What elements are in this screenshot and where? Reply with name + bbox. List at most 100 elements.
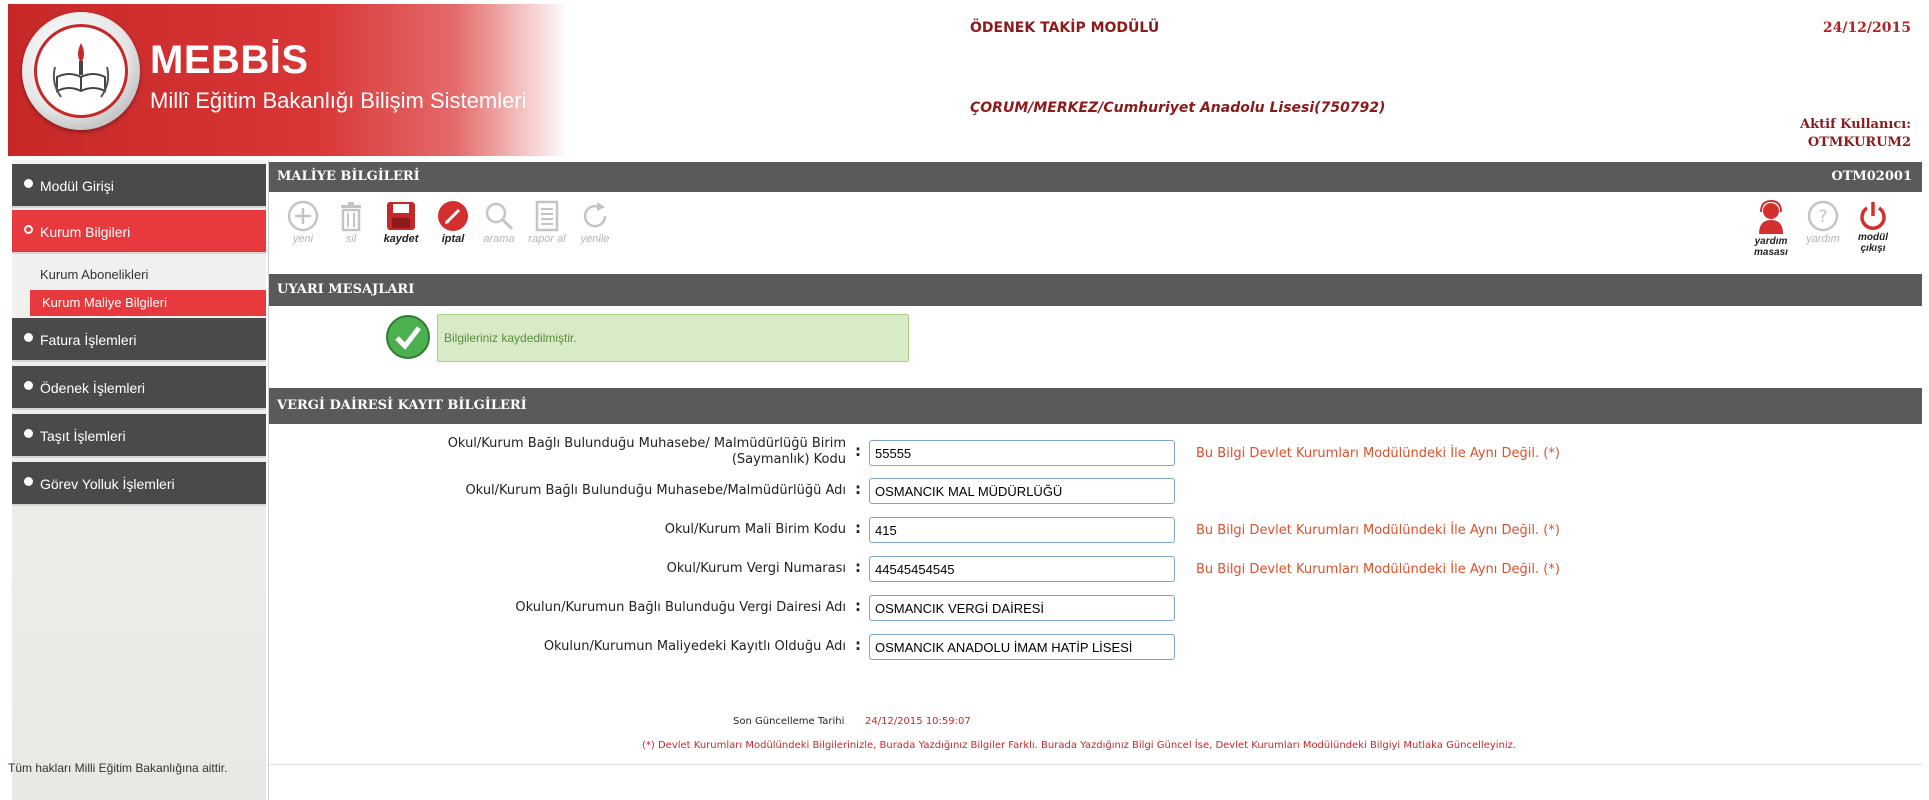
help-label: yardım <box>1806 233 1840 245</box>
warnings-title: UYARI MESAJLARI <box>277 282 415 297</box>
form-row-saymanlik-kodu: Okul/Kurum Bağlı Bulunduğu Muhasebe/ Mal… <box>269 436 1922 470</box>
page-code: OTM02001 <box>1831 169 1912 184</box>
field-warning: Bu Bilgi Devlet Kurumları Modülündeki İl… <box>1196 523 1560 538</box>
sidebar-item-gorev-yolluk-islemleri[interactable]: Görev Yolluk İşlemleri <box>12 462 266 506</box>
active-user-label: Aktif Kullanıcı: <box>1800 117 1911 132</box>
bullet-icon <box>24 333 33 342</box>
report-label: rapor al <box>528 233 566 245</box>
sidebar-subitem-kurum-maliye-bilgileri[interactable]: Kurum Maliye Bilgileri <box>30 290 266 316</box>
copyright-text: Tüm hakları Milli Eğitim Bakanlığına ait… <box>8 761 228 775</box>
field-label: Okul/Kurum Bağlı Bulunduğu Muhasebe/Malm… <box>465 483 846 498</box>
help-button[interactable]: ? yardım <box>1799 200 1847 245</box>
help-desk-label-1: yardım <box>1754 236 1788 247</box>
sidebar-item-fatura-islemleri[interactable]: Fatura İşlemleri <box>12 318 266 362</box>
field-colon: : <box>855 558 861 576</box>
search-label: arama <box>483 233 515 245</box>
report-button[interactable]: rapor al <box>523 200 571 245</box>
expand-down-icon <box>24 225 33 234</box>
field-colon: : <box>855 636 861 654</box>
help-desk-button[interactable]: yardım masası <box>1745 200 1797 258</box>
module-exit-label-1: modül <box>1858 232 1888 243</box>
field-colon: : <box>855 480 861 498</box>
sidebar-item-label: Taşıt İşlemleri <box>40 428 126 444</box>
field-label-line-1: Okul/Kurum Bağlı Bulunduğu Muhasebe/ Mal… <box>447 436 846 451</box>
refresh-button[interactable]: yenile <box>571 200 619 245</box>
field-colon: : <box>855 597 861 615</box>
new-button[interactable]: yeni <box>279 200 327 245</box>
help-desk-label-2: masası <box>1754 247 1788 258</box>
vergi-dairesi-input[interactable] <box>869 595 1175 621</box>
svg-text:?: ? <box>1818 207 1827 227</box>
sidebar-subitem-kurum-abonelikleri[interactable]: Kurum Abonelikleri <box>12 262 266 288</box>
mali-birim-kodu-input[interactable] <box>869 517 1175 543</box>
vergi-numarasi-input[interactable] <box>869 556 1175 582</box>
page-title-bar: MALİYE BİLGİLERİ OTM02001 <box>269 162 1922 192</box>
field-colon: : <box>855 442 861 460</box>
header: MEBBİS Millî Eğitim Bakanlığı Bilişim Si… <box>8 4 1921 156</box>
save-button[interactable]: kaydet <box>377 200 425 245</box>
module-exit-label-2: çıkışı <box>1860 243 1886 254</box>
trash-icon <box>341 202 361 232</box>
field-warning: Bu Bilgi Devlet Kurumları Modülündeki İl… <box>1196 562 1560 577</box>
field-colon: : <box>855 519 861 537</box>
bullet-icon <box>24 429 33 438</box>
brand-title: MEBBİS <box>150 38 309 82</box>
delete-label: sil <box>345 233 357 245</box>
delete-button[interactable]: sil <box>327 200 375 245</box>
refresh-label: yenile <box>580 233 610 245</box>
field-label: Okul/Kurum Vergi Numarası <box>666 561 846 576</box>
sidebar-item-tasit-islemleri[interactable]: Taşıt İşlemleri <box>12 414 266 458</box>
last-update-value: 24/12/2015 10:59:07 <box>865 716 971 727</box>
divider <box>269 764 1922 765</box>
maliye-adi-input[interactable] <box>869 634 1175 660</box>
bullet-icon <box>24 179 33 188</box>
form-row-vergi-dairesi: Okulun/Kurumun Bağlı Bulunduğu Vergi Dai… <box>269 591 1922 625</box>
new-label: yeni <box>292 233 314 245</box>
footnote: (*) Devlet Kurumları Modülündeki Bilgile… <box>642 740 1517 751</box>
module-title: ÖDENEK TAKİP MODÜLÜ <box>970 20 1160 36</box>
document-icon <box>535 200 559 232</box>
bullet-icon <box>24 477 33 486</box>
sidebar-subitem-label: Kurum Abonelikleri <box>40 267 149 282</box>
sidebar-item-label: Fatura İşlemleri <box>40 332 137 348</box>
page-frame: MEBBİS Millî Eğitim Bakanlığı Bilişim Si… <box>0 0 1929 800</box>
sidebar-item-modul-girisi[interactable]: Modül Girişi <box>12 164 266 208</box>
sidebar-item-kurum-bilgileri[interactable]: Kurum Bilgileri <box>12 210 266 254</box>
section-title: VERGİ DAİRESİ KAYIT BİLGİLERİ <box>277 398 527 413</box>
edit-circle-icon <box>438 201 468 231</box>
field-label: Okul/Kurum Bağlı Bulunduğu Muhasebe/ Mal… <box>448 436 846 468</box>
field-label: Okul/Kurum Mali Birim Kodu <box>664 522 846 537</box>
form-row-muhasebe-adi: Okul/Kurum Bağlı Bulunduğu Muhasebe/Malm… <box>269 474 1922 508</box>
ministry-logo <box>22 12 140 130</box>
floppy-disk-icon <box>387 202 415 230</box>
search-button[interactable]: arama <box>475 200 523 245</box>
headset-user-icon <box>1759 200 1783 234</box>
saymanlik-kodu-input[interactable] <box>869 440 1175 466</box>
checkmark-icon <box>386 315 430 359</box>
field-warning: Bu Bilgi Devlet Kurumları Modülündeki İl… <box>1196 446 1560 461</box>
sidebar-subitem-label: Kurum Maliye Bilgileri <box>42 295 167 310</box>
sidebar-item-odenek-islemleri[interactable]: Ödenek İşlemleri <box>12 366 266 410</box>
magnifier-icon <box>485 202 514 231</box>
main-panel: MALİYE BİLGİLERİ OTM02001 yeni sil kayde… <box>268 160 1922 800</box>
toolbar: yeni sil kaydet iptal arama rapor al yen… <box>269 192 1922 266</box>
section-title-bar: VERGİ DAİRESİ KAYIT BİLGİLERİ <box>269 388 1922 424</box>
sidebar-item-label: Görev Yolluk İşlemleri <box>40 476 175 492</box>
form-row-vergi-numarasi: Okul/Kurum Vergi Numarası : Bu Bilgi Dev… <box>269 552 1922 586</box>
active-user-name: OTMKURUM2 <box>1807 135 1911 150</box>
muhasebe-adi-input[interactable] <box>869 478 1175 504</box>
module-exit-button[interactable]: modül çıkışı <box>1849 200 1897 254</box>
header-date: 24/12/2015 <box>1822 20 1911 36</box>
success-alert: Bilgileriniz kaydedilmiştir. <box>437 314 909 362</box>
bullet-icon <box>24 381 33 390</box>
sidebar-item-label: Modül Girişi <box>40 178 114 194</box>
sidebar-item-label: Ödenek İşlemleri <box>40 380 146 396</box>
question-circle-icon: ? <box>1807 200 1839 232</box>
warnings-bar: UYARI MESAJLARI <box>269 274 1922 306</box>
field-label: Okulun/Kurumun Maliyedeki Kayıtlı Olduğu… <box>543 639 846 654</box>
cancel-button[interactable]: iptal <box>429 200 477 245</box>
power-icon <box>1860 202 1886 230</box>
brand-subtitle: Millî Eğitim Bakanlığı Bilişim Sistemler… <box>150 88 527 113</box>
sidebar-item-label: Kurum Bilgileri <box>40 224 131 240</box>
sidebar: Modül Girişi Kurum Bilgileri Kurum Abone… <box>12 160 266 800</box>
